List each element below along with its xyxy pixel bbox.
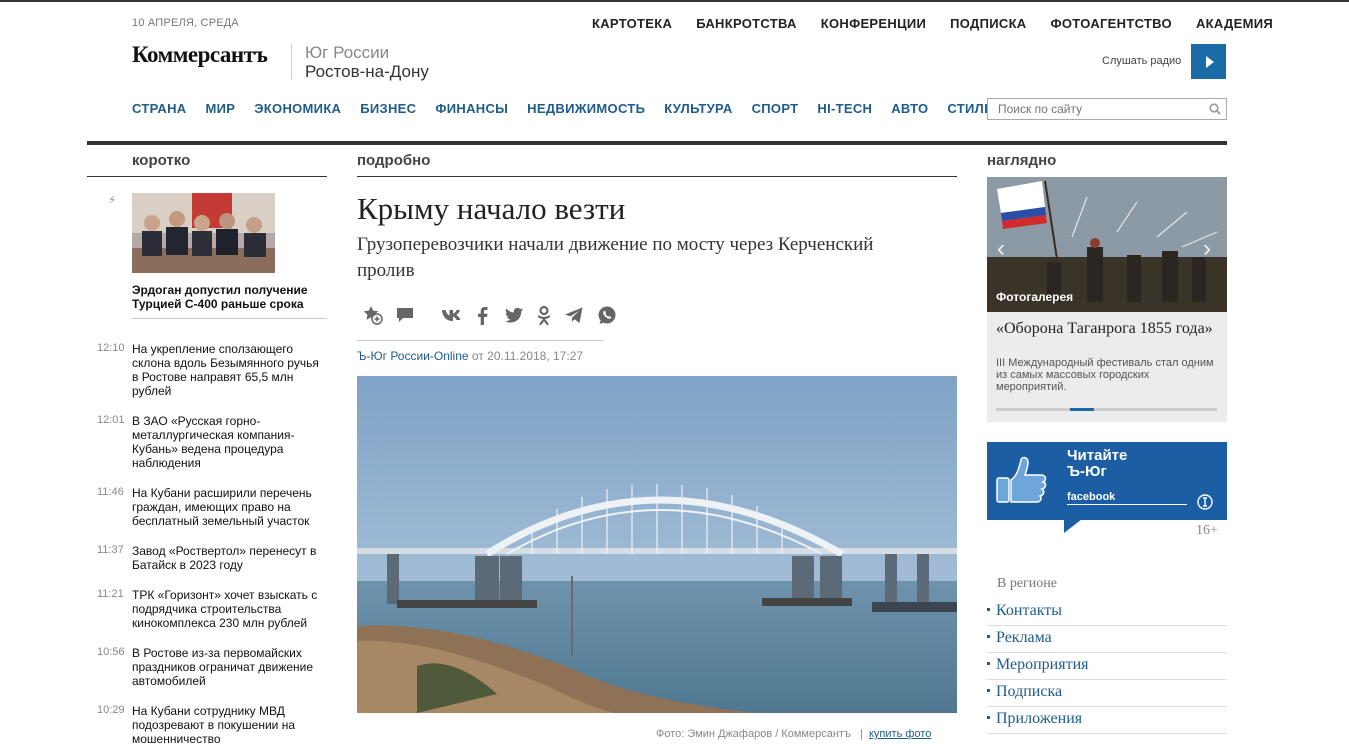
top-nav: КАРТОТЕКА БАНКРОТСТВА КОНФЕРЕНЦИИ ПОДПИС… — [592, 16, 1273, 31]
article-subtitle: Грузоперевозчики начали движение по мост… — [357, 234, 874, 281]
section-heading-detailed[interactable]: подробно — [357, 152, 430, 169]
region-city[interactable]: Ростов-на-Дону — [305, 62, 429, 82]
region-heading: В регионе — [997, 576, 1057, 591]
comment-icon[interactable] — [394, 304, 416, 326]
age-rating: 16+ — [1196, 523, 1218, 538]
kommersant-emblem-icon — [1197, 494, 1213, 510]
header-divider — [87, 141, 1227, 145]
main-nav-item[interactable]: МИР — [206, 101, 236, 116]
thumbs-up-icon — [996, 456, 1047, 503]
date-prefix: от — [471, 349, 484, 363]
main-nav-item[interactable]: СПОРТ — [752, 101, 799, 116]
top-nav-item[interactable]: ПОДПИСКА — [950, 16, 1026, 31]
main-nav-item[interactable]: БИЗНЕС — [360, 101, 416, 116]
gallery-progress-indicator — [1070, 408, 1094, 411]
whatsapp-icon[interactable] — [596, 304, 618, 326]
radio-play-button[interactable] — [1191, 44, 1226, 79]
region-link-advertising[interactable]: Реклама — [987, 626, 1227, 653]
article-date: 20.11.2018, 17:27 — [487, 349, 584, 363]
news-headline[interactable]: В Ростове из-за первомайских праздников … — [132, 646, 327, 688]
current-date: 10 АПРЕЛЯ, СРЕДА — [132, 17, 239, 29]
divider — [132, 318, 327, 319]
main-nav-item[interactable]: КУЛЬТУРА — [664, 101, 732, 116]
news-time: 11:46 — [97, 486, 124, 498]
fb-promo-network: facebook — [1067, 491, 1116, 503]
region-name[interactable]: Юг России — [305, 43, 389, 63]
photo-credit: Фото: Эмин Джафаров / Коммерсантъ — [656, 728, 851, 740]
play-icon — [1206, 55, 1214, 68]
gallery-title[interactable]: «Оборона Таганрога 1855 года» — [996, 319, 1221, 338]
favorite-add-icon[interactable] — [362, 304, 384, 326]
logo-divider — [291, 44, 292, 79]
region-link-contacts[interactable]: Контакты — [987, 599, 1227, 626]
photo-gallery-widget[interactable]: ‹ › Фотогалерея «Оборона Таганрога 1855 … — [987, 177, 1227, 422]
news-time: 11:21 — [97, 588, 124, 600]
news-time: 10:56 — [97, 646, 125, 658]
main-nav-item[interactable]: АВТО — [891, 101, 928, 116]
top-nav-item[interactable]: АКАДЕМИЯ — [1196, 16, 1273, 31]
section-underline — [357, 176, 957, 177]
news-headline[interactable]: В ЗАО «Русская горно-металлургическая ко… — [132, 414, 327, 470]
region-links: Контакты Реклама Мероприятия Подписка Пр… — [987, 599, 1227, 734]
article-byline: Ъ-Юг России-Online от 20.11.2018, 17:27 — [357, 349, 583, 363]
search-icon[interactable] — [1209, 103, 1221, 115]
odnoklassniki-icon[interactable] — [533, 304, 555, 326]
news-time: 12:10 — [97, 342, 125, 354]
lead-news-image[interactable] — [132, 193, 275, 273]
region-link-events[interactable]: Мероприятия — [987, 653, 1227, 680]
divider — [1067, 504, 1187, 505]
divider — [357, 340, 604, 341]
main-nav-item[interactable]: СТРАНА — [132, 101, 187, 116]
article-title: Крыму начало везти — [357, 191, 626, 226]
facebook-icon[interactable] — [472, 304, 494, 326]
telegram-icon[interactable] — [563, 304, 585, 326]
news-headline[interactable]: Завод «Роствертол» перенесут в Батайск в… — [132, 544, 327, 572]
fb-promo-line1: Читайте — [1067, 447, 1128, 464]
news-time: 11:37 — [97, 544, 124, 556]
twitter-icon[interactable] — [503, 304, 525, 326]
lightning-icon: ⚡ — [108, 193, 117, 207]
region-link-apps[interactable]: Приложения — [987, 707, 1227, 734]
gallery-prev-icon[interactable]: ‹ — [997, 235, 1005, 263]
gallery-label: Фотогалерея — [996, 290, 1074, 304]
section-underline — [87, 176, 327, 177]
section-heading-visual[interactable]: наглядно — [987, 152, 1056, 169]
main-nav: СТРАНА МИР ЭКОНОМИКА БИЗНЕС ФИНАНСЫ НЕДВ… — [132, 101, 994, 116]
news-time: 12:01 — [97, 414, 125, 426]
news-time: 10:29 — [97, 704, 125, 716]
main-nav-item[interactable]: ЭКОНОМИКА — [254, 101, 341, 116]
vk-icon[interactable] — [440, 304, 462, 326]
top-nav-item[interactable]: ФОТОАГЕНТСТВО — [1051, 16, 1172, 31]
buy-photo-link[interactable]: купить фото — [869, 728, 931, 740]
top-border — [0, 0, 1349, 2]
gallery-description: III Международный фестиваль стал одним и… — [996, 357, 1214, 393]
photo-credit-line: Фото: Эмин Джафаров / Коммерсантъ | купи… — [656, 728, 931, 740]
news-headline[interactable]: На укрепление сползающего склона вдоль Б… — [132, 342, 327, 398]
lead-news-headline[interactable]: Эрдоган допустил получение Турцией С-400… — [132, 283, 327, 311]
main-nav-item[interactable]: ФИНАНСЫ — [435, 101, 508, 116]
credit-separator: | — [860, 728, 863, 740]
site-logo[interactable]: Коммерсантъ — [132, 42, 268, 68]
main-nav-item[interactable]: НЕДВИЖИМОСТЬ — [527, 101, 645, 116]
top-nav-item[interactable]: КАРТОТЕКА — [592, 16, 672, 31]
banner-tail — [1064, 519, 1082, 533]
search-input[interactable] — [987, 98, 1227, 120]
top-nav-item[interactable]: КОНФЕРЕНЦИИ — [821, 16, 926, 31]
article-source-link[interactable]: Ъ-Юг России-Online — [357, 349, 469, 363]
radio-label[interactable]: Слушать радио — [1102, 55, 1181, 67]
section-heading-short[interactable]: коротко — [132, 152, 190, 169]
main-nav-item[interactable]: HI-TECH — [817, 101, 872, 116]
news-headline[interactable]: На Кубани сотруднику МВД подозревают в п… — [132, 704, 327, 746]
news-headline[interactable]: На Кубани расширили перечень граждан, им… — [132, 486, 327, 528]
facebook-promo-banner[interactable]: Читайте Ъ-Юг facebook — [987, 442, 1227, 520]
news-headline[interactable]: ТРК «Горизонт» хочет взыскать с подрядчи… — [132, 588, 327, 630]
gallery-progress — [996, 408, 1217, 411]
gallery-next-icon[interactable]: › — [1203, 235, 1211, 263]
top-nav-item[interactable]: БАНКРОТСТВА — [696, 16, 797, 31]
fb-promo-line2: Ъ-Юг — [1067, 463, 1107, 480]
article-photo-crimean-bridge[interactable] — [357, 376, 957, 713]
region-link-subscription[interactable]: Подписка — [987, 680, 1227, 707]
